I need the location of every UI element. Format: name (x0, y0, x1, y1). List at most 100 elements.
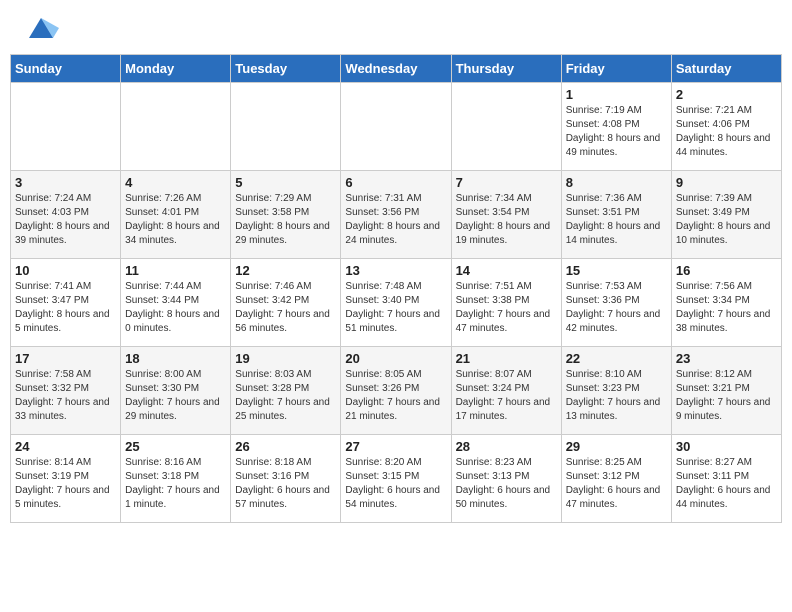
calendar-cell: 5 Sunrise: 7:29 AMSunset: 3:58 PMDaylight… (231, 171, 341, 259)
day-number: 8 (566, 175, 667, 190)
calendar-cell: 26 Sunrise: 8:18 AMSunset: 3:16 PMDayligh… (231, 435, 341, 523)
day-number: 15 (566, 263, 667, 278)
day-number: 30 (676, 439, 777, 454)
day-number: 16 (676, 263, 777, 278)
calendar-cell: 13 Sunrise: 7:48 AMSunset: 3:40 PMDayligh… (341, 259, 451, 347)
calendar-cell: 14 Sunrise: 7:51 AMSunset: 3:38 PMDayligh… (451, 259, 561, 347)
day-number: 5 (235, 175, 336, 190)
day-number: 26 (235, 439, 336, 454)
calendar-cell: 16 Sunrise: 7:56 AMSunset: 3:34 PMDayligh… (671, 259, 781, 347)
logo-icon (23, 10, 59, 46)
day-number: 1 (566, 87, 667, 102)
day-number: 21 (456, 351, 557, 366)
col-header-sunday: Sunday (11, 55, 121, 83)
day-number: 20 (345, 351, 446, 366)
day-info: Sunrise: 7:19 AMSunset: 4:08 PMDaylight:… (566, 104, 667, 160)
day-info: Sunrise: 8:27 AMSunset: 3:11 PMDaylight:… (676, 456, 777, 512)
calendar-cell: 27 Sunrise: 8:20 AMSunset: 3:15 PMDayligh… (341, 435, 451, 523)
day-info: Sunrise: 7:31 AMSunset: 3:56 PMDaylight:… (345, 192, 446, 248)
calendar-cell: 25Sunrise: 8:16 AMSunset: 3:18 PMDayligh… (121, 435, 231, 523)
col-header-thursday: Thursday (451, 55, 561, 83)
day-info: Sunrise: 7:26 AMSunset: 4:01 PMDaylight:… (125, 192, 226, 248)
calendar-cell: 3 Sunrise: 7:24 AMSunset: 4:03 PMDaylight… (11, 171, 121, 259)
calendar-cell: 23 Sunrise: 8:12 AMSunset: 3:21 PMDayligh… (671, 347, 781, 435)
day-info: Sunrise: 7:41 AMSunset: 3:47 PMDaylight:… (15, 280, 116, 336)
day-number: 12 (235, 263, 336, 278)
day-number: 14 (456, 263, 557, 278)
day-info: Sunrise: 8:07 AMSunset: 3:24 PMDaylight:… (456, 368, 557, 424)
calendar-cell: 7Sunrise: 7:34 AMSunset: 3:54 PMDaylight… (451, 171, 561, 259)
calendar-cell: 17Sunrise: 7:58 AMSunset: 3:32 PMDayligh… (11, 347, 121, 435)
col-header-wednesday: Wednesday (341, 55, 451, 83)
day-info: Sunrise: 8:12 AMSunset: 3:21 PMDaylight:… (676, 368, 777, 424)
calendar-cell (121, 83, 231, 171)
calendar-cell (341, 83, 451, 171)
day-info: Sunrise: 7:51 AMSunset: 3:38 PMDaylight:… (456, 280, 557, 336)
day-info: Sunrise: 8:23 AMSunset: 3:13 PMDaylight:… (456, 456, 557, 512)
calendar-cell: 21 Sunrise: 8:07 AMSunset: 3:24 PMDayligh… (451, 347, 561, 435)
calendar-cell (231, 83, 341, 171)
col-header-monday: Monday (121, 55, 231, 83)
day-info: Sunrise: 7:48 AMSunset: 3:40 PMDaylight:… (345, 280, 446, 336)
calendar-cell: 29 Sunrise: 8:25 AMSunset: 3:12 PMDayligh… (561, 435, 671, 523)
day-info: Sunrise: 8:16 AMSunset: 3:18 PMDaylight:… (125, 456, 226, 512)
calendar-cell: 4 Sunrise: 7:26 AMSunset: 4:01 PMDaylight… (121, 171, 231, 259)
day-info: Sunrise: 8:20 AMSunset: 3:15 PMDaylight:… (345, 456, 446, 512)
day-number: 24 (15, 439, 116, 454)
day-info: Sunrise: 7:36 AMSunset: 3:51 PMDaylight:… (566, 192, 667, 248)
header (10, 10, 782, 54)
day-info: Sunrise: 8:00 AMSunset: 3:30 PMDaylight:… (125, 368, 226, 424)
col-header-friday: Friday (561, 55, 671, 83)
calendar-cell: 19 Sunrise: 8:03 AMSunset: 3:28 PMDayligh… (231, 347, 341, 435)
day-info: Sunrise: 7:53 AMSunset: 3:36 PMDaylight:… (566, 280, 667, 336)
day-number: 3 (15, 175, 116, 190)
calendar-cell: 9 Sunrise: 7:39 AMSunset: 3:49 PMDaylight… (671, 171, 781, 259)
day-info: Sunrise: 8:18 AMSunset: 3:16 PMDaylight:… (235, 456, 336, 512)
logo (20, 18, 59, 46)
day-info: Sunrise: 8:25 AMSunset: 3:12 PMDaylight:… (566, 456, 667, 512)
day-number: 17 (15, 351, 116, 366)
calendar-cell: 12 Sunrise: 7:46 AMSunset: 3:42 PMDayligh… (231, 259, 341, 347)
day-info: Sunrise: 7:21 AMSunset: 4:06 PMDaylight:… (676, 104, 777, 160)
day-number: 23 (676, 351, 777, 366)
col-header-tuesday: Tuesday (231, 55, 341, 83)
day-number: 2 (676, 87, 777, 102)
day-info: Sunrise: 8:03 AMSunset: 3:28 PMDaylight:… (235, 368, 336, 424)
calendar-table: SundayMondayTuesdayWednesdayThursdayFrid… (10, 54, 782, 523)
calendar-cell: 30 Sunrise: 8:27 AMSunset: 3:11 PMDayligh… (671, 435, 781, 523)
col-header-saturday: Saturday (671, 55, 781, 83)
calendar-cell: 20 Sunrise: 8:05 AMSunset: 3:26 PMDayligh… (341, 347, 451, 435)
day-number: 29 (566, 439, 667, 454)
day-number: 27 (345, 439, 446, 454)
calendar-cell: 2 Sunrise: 7:21 AMSunset: 4:06 PMDaylight… (671, 83, 781, 171)
day-info: Sunrise: 7:39 AMSunset: 3:49 PMDaylight:… (676, 192, 777, 248)
day-number: 9 (676, 175, 777, 190)
day-number: 28 (456, 439, 557, 454)
calendar-cell: 1 Sunrise: 7:19 AMSunset: 4:08 PMDaylight… (561, 83, 671, 171)
day-number: 22 (566, 351, 667, 366)
day-info: Sunrise: 7:29 AMSunset: 3:58 PMDaylight:… (235, 192, 336, 248)
calendar-cell (11, 83, 121, 171)
day-info: Sunrise: 8:14 AMSunset: 3:19 PMDaylight:… (15, 456, 116, 512)
calendar-cell (451, 83, 561, 171)
calendar-cell: 8 Sunrise: 7:36 AMSunset: 3:51 PMDaylight… (561, 171, 671, 259)
day-info: Sunrise: 7:24 AMSunset: 4:03 PMDaylight:… (15, 192, 116, 248)
calendar-cell: 10 Sunrise: 7:41 AMSunset: 3:47 PMDayligh… (11, 259, 121, 347)
day-number: 4 (125, 175, 226, 190)
day-number: 11 (125, 263, 226, 278)
day-info: Sunrise: 8:05 AMSunset: 3:26 PMDaylight:… (345, 368, 446, 424)
day-number: 6 (345, 175, 446, 190)
day-number: 19 (235, 351, 336, 366)
calendar-cell: 18 Sunrise: 8:00 AMSunset: 3:30 PMDayligh… (121, 347, 231, 435)
day-info: Sunrise: 8:10 AMSunset: 3:23 PMDaylight:… (566, 368, 667, 424)
calendar-cell: 15 Sunrise: 7:53 AMSunset: 3:36 PMDayligh… (561, 259, 671, 347)
calendar-cell: 24 Sunrise: 8:14 AMSunset: 3:19 PMDayligh… (11, 435, 121, 523)
day-number: 10 (15, 263, 116, 278)
day-info: Sunrise: 7:56 AMSunset: 3:34 PMDaylight:… (676, 280, 777, 336)
day-number: 13 (345, 263, 446, 278)
day-number: 18 (125, 351, 226, 366)
day-info: Sunrise: 7:44 AMSunset: 3:44 PMDaylight:… (125, 280, 226, 336)
day-info: Sunrise: 7:46 AMSunset: 3:42 PMDaylight:… (235, 280, 336, 336)
calendar-cell: 28 Sunrise: 8:23 AMSunset: 3:13 PMDayligh… (451, 435, 561, 523)
calendar-cell: 11 Sunrise: 7:44 AMSunset: 3:44 PMDayligh… (121, 259, 231, 347)
